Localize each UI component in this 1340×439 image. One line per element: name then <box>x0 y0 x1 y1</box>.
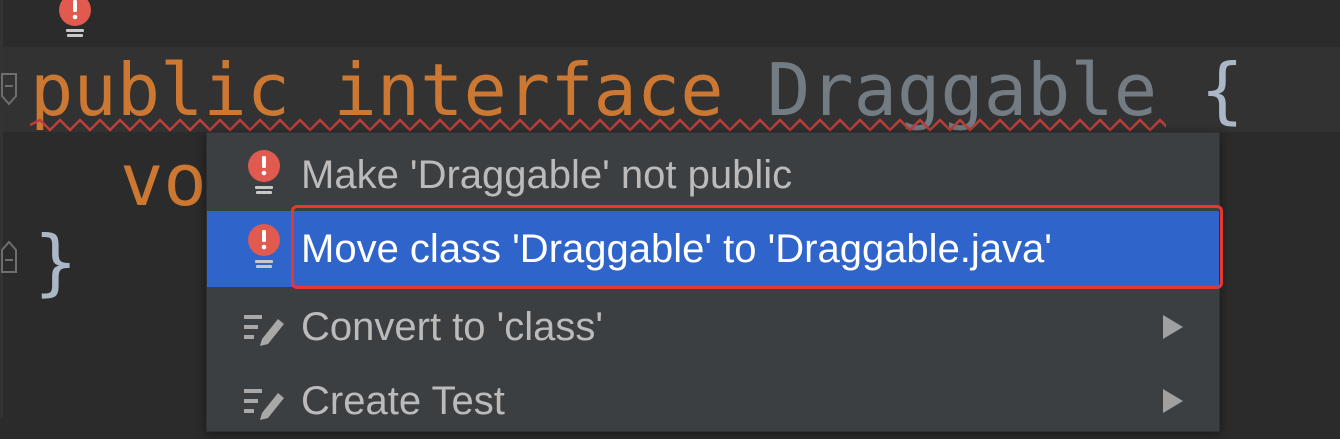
editor-gutter <box>0 0 3 418</box>
error-underline <box>30 118 1166 132</box>
submenu-arrow-icon <box>1163 389 1183 413</box>
pencil-edit-icon <box>241 373 287 429</box>
menu-item-create-test[interactable]: Create Test <box>207 363 1219 439</box>
red-bulb-icon <box>241 147 287 203</box>
menu-item-label: Create Test <box>301 378 505 423</box>
menu-item-convert-to-class[interactable]: Convert to 'class' <box>207 289 1219 365</box>
partial-keyword: vo <box>120 138 207 222</box>
menu-item-label: Convert to 'class' <box>301 304 604 349</box>
close-brace: } <box>34 220 78 304</box>
error-bulb-icon[interactable] <box>55 0 95 42</box>
fold-close-icon[interactable] <box>0 236 22 276</box>
menu-item-label: Move class 'Draggable' to 'Draggable.jav… <box>301 226 1052 271</box>
open-brace: { <box>1200 48 1244 132</box>
intention-actions-popup: Make 'Draggable' not public Move class '… <box>206 132 1220 432</box>
code-line-2[interactable]: vo <box>120 140 207 220</box>
fold-open-icon[interactable] <box>0 70 22 110</box>
pencil-edit-icon <box>241 299 287 355</box>
menu-item-move-class[interactable]: Move class 'Draggable' to 'Draggable.jav… <box>207 211 1219 287</box>
red-bulb-icon <box>241 221 287 277</box>
code-line-3[interactable]: } <box>34 222 77 302</box>
menu-item-label: Make 'Draggable' not public <box>301 152 793 197</box>
submenu-arrow-icon <box>1163 315 1183 339</box>
menu-item-make-not-public[interactable]: Make 'Draggable' not public <box>207 137 1219 213</box>
